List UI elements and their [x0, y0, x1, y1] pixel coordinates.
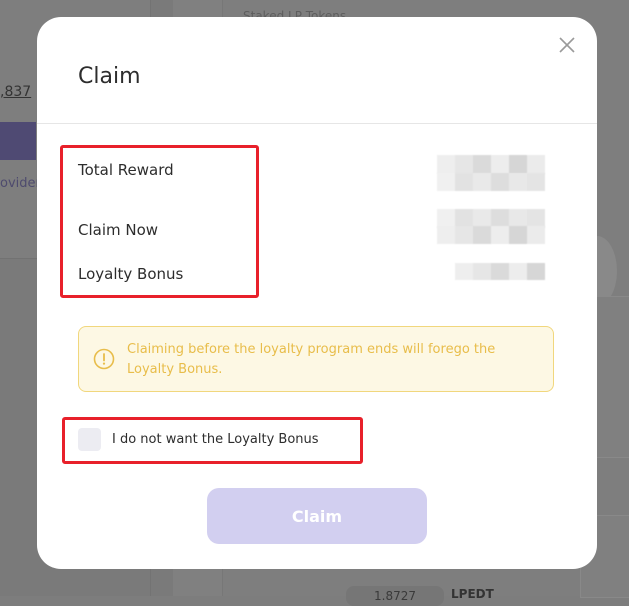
- claim-button[interactable]: Claim: [207, 488, 427, 544]
- background-amount: ,837: [0, 84, 32, 100]
- loyalty-warning: Claiming before the loyalty program ends…: [78, 326, 554, 392]
- total-reward-value-redacted-2: [437, 173, 545, 191]
- background-button: [0, 122, 36, 160]
- background-bottom-suffix: LPEDT: [451, 587, 494, 601]
- close-icon[interactable]: [557, 35, 577, 55]
- claim-modal: Claim Total Reward Claim Now Loyalty Bon…: [37, 17, 597, 569]
- modal-divider: [37, 123, 597, 124]
- highlight-box-checkbox: [62, 417, 363, 464]
- loyalty-bonus-value-redacted: [455, 263, 545, 280]
- background-bottom-number: 1.8727: [346, 586, 444, 606]
- info-icon: [93, 348, 115, 370]
- modal-title: Claim: [78, 64, 141, 89]
- total-reward-value-redacted: [437, 155, 545, 174]
- warning-text: Claiming before the loyalty program ends…: [127, 342, 496, 377]
- background-provider-text: ovider: [0, 176, 41, 191]
- highlight-box-reward-labels: [60, 145, 259, 298]
- claim-now-value-redacted-2: [437, 226, 545, 244]
